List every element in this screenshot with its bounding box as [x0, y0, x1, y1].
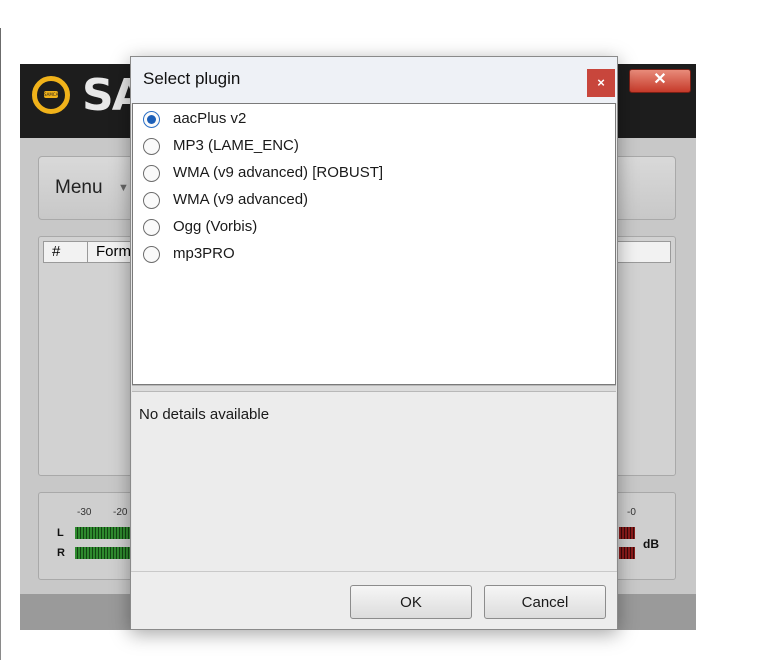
- plugin-details-panel: No details available: [132, 391, 616, 571]
- menu-button[interactable]: Menu: [55, 177, 103, 199]
- ok-button[interactable]: OK: [350, 585, 472, 619]
- left-edge-line: [0, 100, 1, 660]
- meter-peak-left: [619, 527, 635, 539]
- app-logo-icon: SAMCAST: [32, 76, 70, 114]
- chevron-down-icon[interactable]: ▼: [118, 182, 129, 194]
- plugin-option-mp3-lame[interactable]: MP3 (LAME_ENC): [143, 136, 603, 158]
- plugin-option-label: Ogg (Vorbis): [173, 218, 258, 235]
- plugin-option-mp3pro[interactable]: mp3PRO: [143, 244, 603, 266]
- radio-unselected-icon[interactable]: [143, 192, 160, 209]
- plugin-option-label: WMA (v9 advanced) [ROBUST]: [173, 164, 384, 181]
- plugin-option-label: aacPlus v2: [173, 110, 247, 127]
- meter-channel-right: R: [57, 547, 65, 559]
- app-logo-badge: SAMCAST: [44, 91, 64, 98]
- meter-scale-label: -0: [627, 507, 636, 518]
- meter-scale-label: -20: [113, 507, 128, 518]
- left-edge-line: [0, 28, 1, 100]
- meter-unit-label: dB: [643, 537, 659, 551]
- plugin-option-label: MP3 (LAME_ENC): [173, 137, 299, 154]
- plugin-option-wma[interactable]: WMA (v9 advanced): [143, 190, 603, 212]
- radio-selected-icon[interactable]: [143, 111, 160, 128]
- meter-peak-right: [619, 547, 635, 559]
- close-button[interactable]: ×: [587, 69, 615, 97]
- cancel-button[interactable]: Cancel: [484, 585, 606, 619]
- column-header-number[interactable]: #: [44, 242, 88, 262]
- meter-scale-label: -30: [77, 507, 92, 518]
- radio-unselected-icon[interactable]: [143, 219, 160, 236]
- plugin-option-wma-robust[interactable]: WMA (v9 advanced) [ROBUST]: [143, 163, 603, 185]
- app-close-button[interactable]: ✕: [629, 69, 691, 93]
- dialog-titlebar[interactable]: Select plugin ×: [131, 57, 617, 103]
- plugin-option-ogg[interactable]: Ogg (Vorbis): [143, 217, 603, 239]
- plugin-option-label: WMA (v9 advanced): [173, 191, 309, 208]
- plugin-option-label: mp3PRO: [173, 245, 235, 262]
- plugin-list[interactable]: aacPlus v2 MP3 (LAME_ENC) WMA (v9 advanc…: [132, 103, 616, 385]
- select-plugin-dialog: Select plugin × aacPlus v2 MP3 (LAME_ENC…: [130, 56, 618, 630]
- plugin-option-aacplus[interactable]: aacPlus v2: [143, 109, 603, 131]
- meter-bar-right: [75, 547, 133, 559]
- meter-channel-left: L: [57, 527, 64, 539]
- dialog-title: Select plugin: [143, 69, 241, 88]
- plugin-details-text: No details available: [139, 406, 270, 423]
- radio-unselected-icon[interactable]: [143, 246, 160, 263]
- meter-bar-left: [75, 527, 133, 539]
- close-icon: ×: [597, 75, 605, 90]
- radio-unselected-icon[interactable]: [143, 165, 160, 182]
- radio-unselected-icon[interactable]: [143, 138, 160, 155]
- dialog-button-bar: OK Cancel: [131, 571, 617, 629]
